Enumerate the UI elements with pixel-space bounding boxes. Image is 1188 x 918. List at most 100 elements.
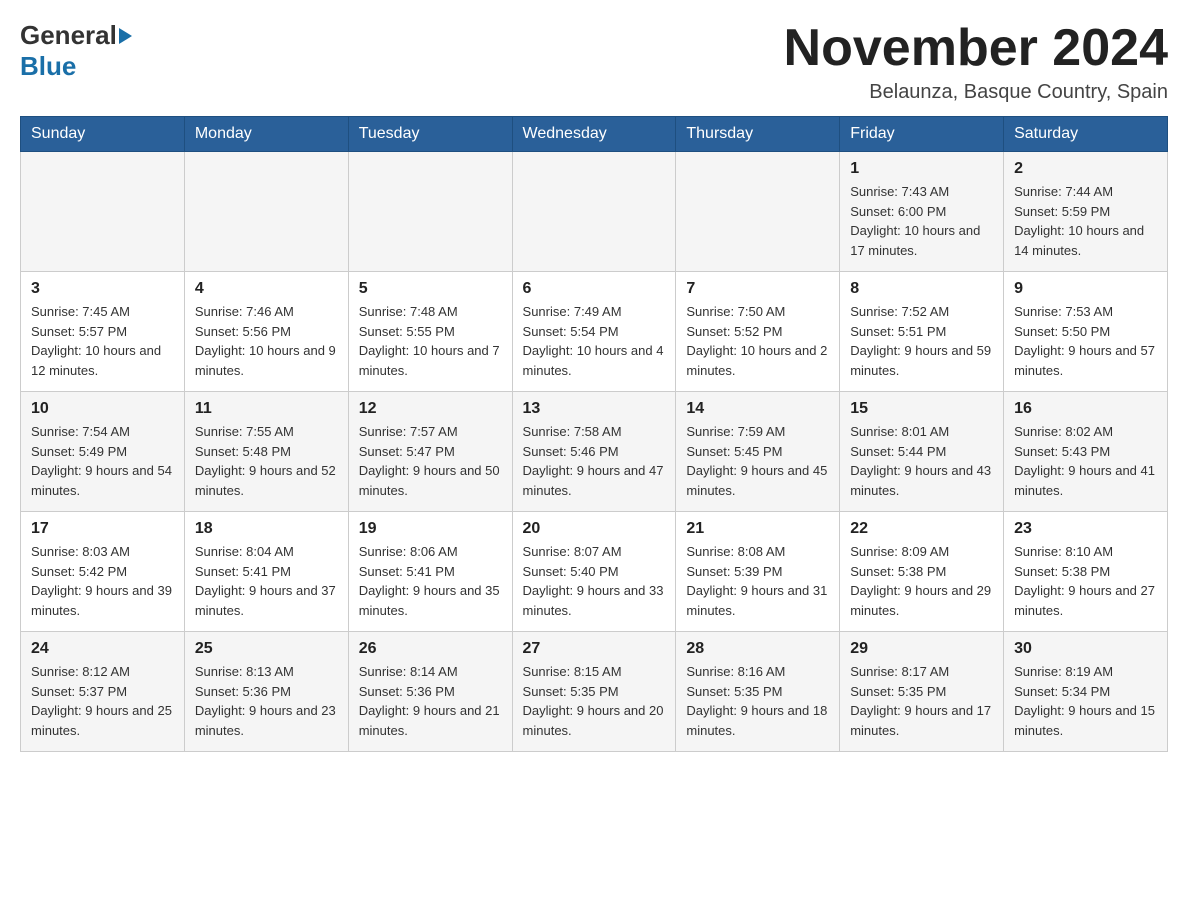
day-info: Sunrise: 8:10 AMSunset: 5:38 PMDaylight:… [1014, 542, 1157, 620]
day-info: Sunrise: 7:50 AMSunset: 5:52 PMDaylight:… [686, 302, 829, 380]
calendar-cell: 6 Sunrise: 7:49 AMSunset: 5:54 PMDaylight… [512, 272, 676, 392]
location-text: Belaunza, Basque Country, Spain [784, 81, 1168, 104]
calendar-cell: 27Sunrise: 8:15 AMSunset: 5:35 PMDayligh… [512, 632, 676, 752]
day-info: Sunrise: 7:49 AMSunset: 5:54 PMDaylight:… [523, 302, 666, 380]
day-info: Sunrise: 8:03 AMSunset: 5:42 PMDaylight:… [31, 542, 174, 620]
calendar-cell: 15 Sunrise: 8:01 AMSunset: 5:44 PMDayligh… [840, 392, 1004, 512]
day-number: 18 [195, 520, 338, 538]
calendar-cell: 12 Sunrise: 7:57 AMSunset: 5:47 PMDayligh… [348, 392, 512, 512]
day-number: 15 [850, 400, 993, 418]
day-info: Sunrise: 7:43 AMSunset: 6:00 PMDaylight:… [850, 182, 993, 260]
day-info: Sunrise: 8:17 AMSunset: 5:35 PMDaylight:… [850, 662, 993, 740]
calendar-cell: 25 Sunrise: 8:13 AMSunset: 5:36 PMDayligh… [184, 632, 348, 752]
day-number: 23 [1014, 520, 1157, 538]
day-info: Sunrise: 8:16 AMSunset: 5:35 PMDaylight:… [686, 662, 829, 740]
day-info: Sunrise: 8:19 AMSunset: 5:34 PMDaylight:… [1014, 662, 1157, 740]
calendar-cell: 8Sunrise: 7:52 AMSunset: 5:51 PMDaylight… [840, 272, 1004, 392]
calendar-header: SundayMondayTuesdayWednesdayThursdayFrid… [21, 117, 1168, 152]
day-info: Sunrise: 7:45 AMSunset: 5:57 PMDaylight:… [31, 302, 174, 380]
logo-general-text: General [20, 20, 117, 51]
day-info: Sunrise: 8:06 AMSunset: 5:41 PMDaylight:… [359, 542, 502, 620]
calendar-cell: 11 Sunrise: 7:55 AMSunset: 5:48 PMDayligh… [184, 392, 348, 512]
calendar-cell [512, 152, 676, 272]
calendar-cell: 2 Sunrise: 7:44 AMSunset: 5:59 PMDaylight… [1004, 152, 1168, 272]
header-cell-thursday: Thursday [676, 117, 840, 152]
day-number: 1 [850, 160, 993, 178]
header-cell-sunday: Sunday [21, 117, 185, 152]
header-cell-monday: Monday [184, 117, 348, 152]
logo-blue-text: Blue [20, 51, 76, 82]
title-block: November 2024 Belaunza, Basque Country, … [784, 20, 1168, 104]
calendar-cell: 30 Sunrise: 8:19 AMSunset: 5:34 PMDayligh… [1004, 632, 1168, 752]
day-number: 24 [31, 640, 174, 658]
calendar-cell: 7 Sunrise: 7:50 AMSunset: 5:52 PMDaylight… [676, 272, 840, 392]
day-info: Sunrise: 8:09 AMSunset: 5:38 PMDaylight:… [850, 542, 993, 620]
calendar-cell: 22Sunrise: 8:09 AMSunset: 5:38 PMDayligh… [840, 512, 1004, 632]
day-number: 27 [523, 640, 666, 658]
day-number: 13 [523, 400, 666, 418]
calendar-cell: 1 Sunrise: 7:43 AMSunset: 6:00 PMDaylight… [840, 152, 1004, 272]
calendar-table: SundayMondayTuesdayWednesdayThursdayFrid… [20, 116, 1168, 752]
day-number: 25 [195, 640, 338, 658]
calendar-cell: 5 Sunrise: 7:48 AMSunset: 5:55 PMDaylight… [348, 272, 512, 392]
day-info: Sunrise: 7:57 AMSunset: 5:47 PMDaylight:… [359, 422, 502, 500]
calendar-cell: 24 Sunrise: 8:12 AMSunset: 5:37 PMDayligh… [21, 632, 185, 752]
calendar-cell: 18 Sunrise: 8:04 AMSunset: 5:41 PMDayligh… [184, 512, 348, 632]
day-info: Sunrise: 8:07 AMSunset: 5:40 PMDaylight:… [523, 542, 666, 620]
calendar-cell: 17Sunrise: 8:03 AMSunset: 5:42 PMDayligh… [21, 512, 185, 632]
day-number: 3 [31, 280, 174, 298]
calendar-cell [21, 152, 185, 272]
calendar-cell: 3 Sunrise: 7:45 AMSunset: 5:57 PMDaylight… [21, 272, 185, 392]
calendar-cell: 20 Sunrise: 8:07 AMSunset: 5:40 PMDayligh… [512, 512, 676, 632]
day-info: Sunrise: 7:55 AMSunset: 5:48 PMDaylight:… [195, 422, 338, 500]
calendar-cell: 13 Sunrise: 7:58 AMSunset: 5:46 PMDayligh… [512, 392, 676, 512]
month-title: November 2024 [784, 20, 1168, 77]
logo: General Blue [20, 20, 132, 82]
header-cell-saturday: Saturday [1004, 117, 1168, 152]
day-info: Sunrise: 7:54 AMSunset: 5:49 PMDaylight:… [31, 422, 174, 500]
day-info: Sunrise: 8:12 AMSunset: 5:37 PMDaylight:… [31, 662, 174, 740]
day-info: Sunrise: 8:04 AMSunset: 5:41 PMDaylight:… [195, 542, 338, 620]
day-number: 6 [523, 280, 666, 298]
day-info: Sunrise: 8:02 AMSunset: 5:43 PMDaylight:… [1014, 422, 1157, 500]
header-cell-wednesday: Wednesday [512, 117, 676, 152]
calendar-cell: 28 Sunrise: 8:16 AMSunset: 5:35 PMDayligh… [676, 632, 840, 752]
calendar-cell: 10Sunrise: 7:54 AMSunset: 5:49 PMDayligh… [21, 392, 185, 512]
day-info: Sunrise: 7:58 AMSunset: 5:46 PMDaylight:… [523, 422, 666, 500]
calendar-cell [676, 152, 840, 272]
calendar-cell [348, 152, 512, 272]
week-row-3: 10Sunrise: 7:54 AMSunset: 5:49 PMDayligh… [21, 392, 1168, 512]
week-row-2: 3 Sunrise: 7:45 AMSunset: 5:57 PMDaylight… [21, 272, 1168, 392]
day-number: 16 [1014, 400, 1157, 418]
day-number: 5 [359, 280, 502, 298]
day-info: Sunrise: 7:44 AMSunset: 5:59 PMDaylight:… [1014, 182, 1157, 260]
day-info: Sunrise: 7:53 AMSunset: 5:50 PMDaylight:… [1014, 302, 1157, 380]
calendar-cell: 16 Sunrise: 8:02 AMSunset: 5:43 PMDayligh… [1004, 392, 1168, 512]
day-info: Sunrise: 8:01 AMSunset: 5:44 PMDaylight:… [850, 422, 993, 500]
day-number: 11 [195, 400, 338, 418]
calendar-cell: 26 Sunrise: 8:14 AMSunset: 5:36 PMDayligh… [348, 632, 512, 752]
day-number: 30 [1014, 640, 1157, 658]
day-number: 7 [686, 280, 829, 298]
calendar-cell: 19 Sunrise: 8:06 AMSunset: 5:41 PMDayligh… [348, 512, 512, 632]
day-number: 26 [359, 640, 502, 658]
day-number: 29 [850, 640, 993, 658]
day-number: 28 [686, 640, 829, 658]
calendar-cell: 23 Sunrise: 8:10 AMSunset: 5:38 PMDayligh… [1004, 512, 1168, 632]
day-info: Sunrise: 8:14 AMSunset: 5:36 PMDaylight:… [359, 662, 502, 740]
day-number: 19 [359, 520, 502, 538]
calendar-cell: 29 Sunrise: 8:17 AMSunset: 5:35 PMDayligh… [840, 632, 1004, 752]
day-info: Sunrise: 7:48 AMSunset: 5:55 PMDaylight:… [359, 302, 502, 380]
day-number: 14 [686, 400, 829, 418]
header-cell-friday: Friday [840, 117, 1004, 152]
day-info: Sunrise: 8:13 AMSunset: 5:36 PMDaylight:… [195, 662, 338, 740]
day-info: Sunrise: 7:52 AMSunset: 5:51 PMDaylight:… [850, 302, 993, 380]
day-info: Sunrise: 7:59 AMSunset: 5:45 PMDaylight:… [686, 422, 829, 500]
day-number: 2 [1014, 160, 1157, 178]
day-info: Sunrise: 8:08 AMSunset: 5:39 PMDaylight:… [686, 542, 829, 620]
day-number: 20 [523, 520, 666, 538]
logo-triangle-icon [119, 28, 132, 44]
calendar-cell [184, 152, 348, 272]
day-number: 12 [359, 400, 502, 418]
week-row-5: 24 Sunrise: 8:12 AMSunset: 5:37 PMDayligh… [21, 632, 1168, 752]
